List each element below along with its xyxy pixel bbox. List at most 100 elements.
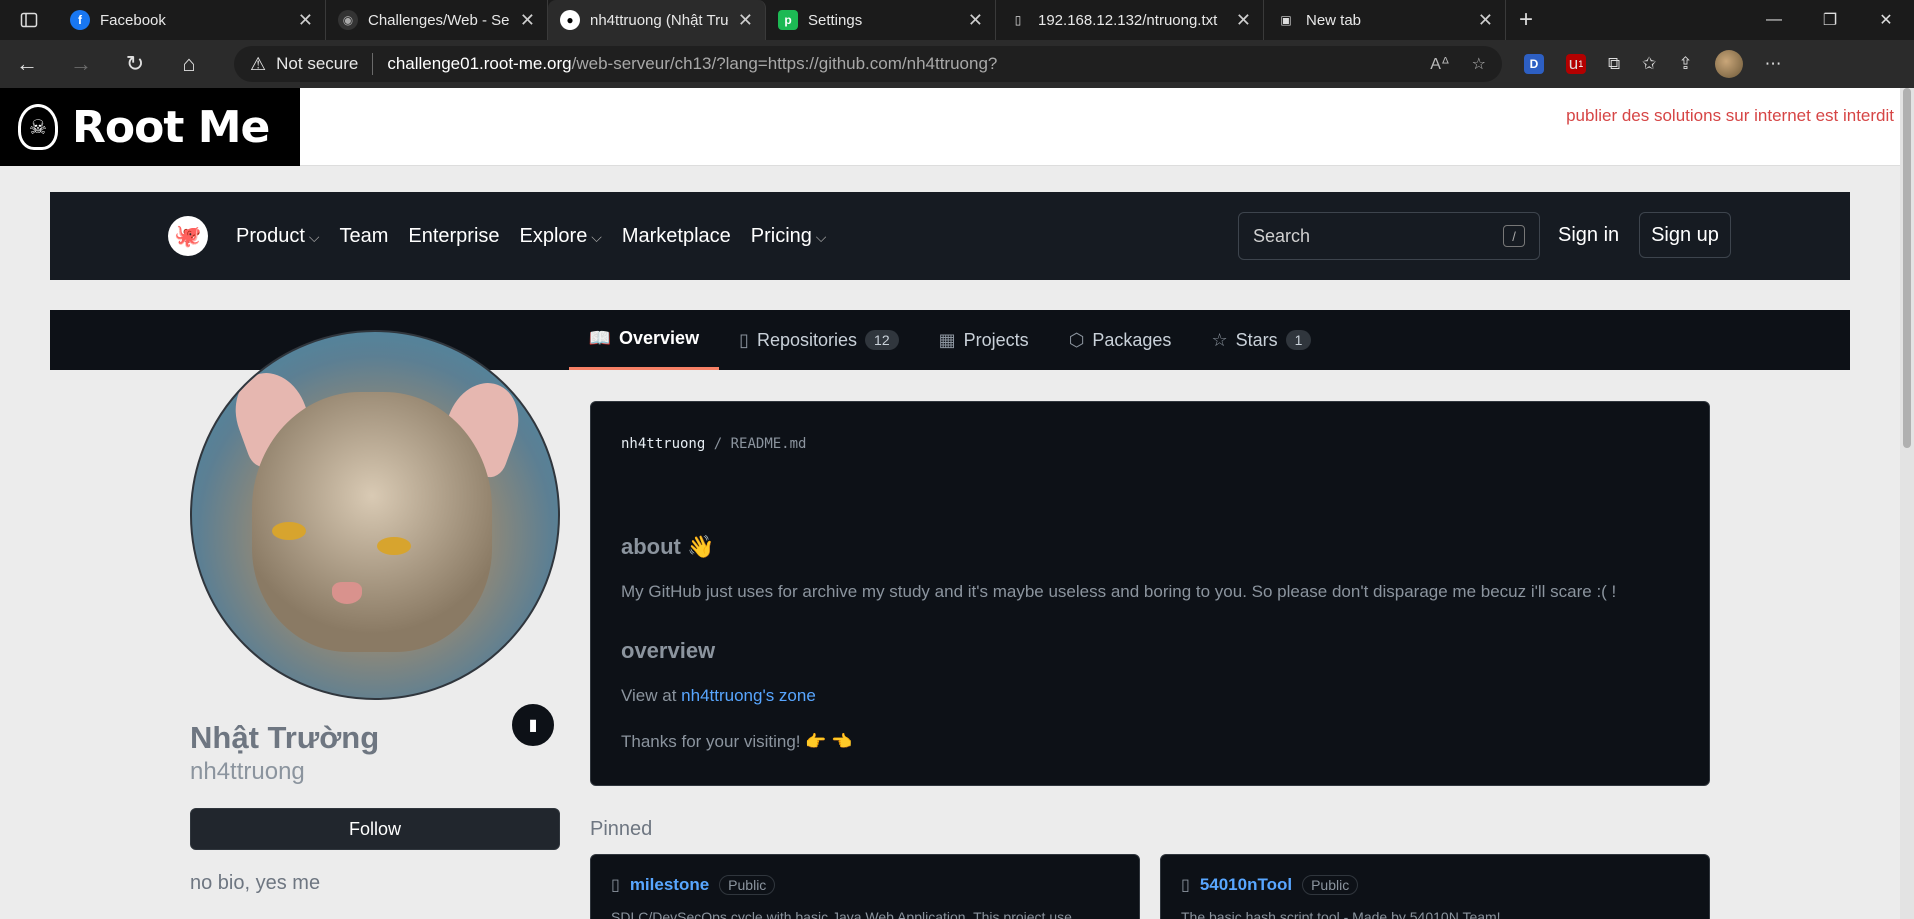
- url-text: challenge01.root-me.org/web-serveur/ch13…: [387, 54, 997, 74]
- rootme-logo[interactable]: ☠ Root Me: [0, 88, 300, 166]
- nav-enterprise[interactable]: Enterprise: [408, 225, 499, 248]
- browser-tab-github[interactable]: ● nh4ttruong (Nhật Trường) · ✕: [548, 0, 766, 40]
- tab-projects[interactable]: ▦ Projects: [919, 310, 1049, 370]
- tab-title: Settings: [808, 11, 863, 29]
- github-logo-icon[interactable]: 🐙: [168, 216, 208, 256]
- tab-label: Repositories: [756, 329, 858, 350]
- ublock-count: 1: [1578, 59, 1584, 69]
- d-extension-icon[interactable]: D: [1524, 54, 1544, 74]
- visibility-badge: Public: [1302, 875, 1359, 895]
- tab-title: nh4ttruong (Nhật Trường) ·: [590, 11, 728, 29]
- tab-title: Challenges/Web - Server : R: [368, 11, 510, 29]
- home-icon[interactable]: ⌂: [162, 40, 216, 88]
- tab-title: 192.168.12.132/ntruong.txt: [1038, 11, 1218, 29]
- more-menu-icon[interactable]: ⋯: [1765, 54, 1782, 74]
- address-bar-actions: Aᐞ ☆: [1430, 54, 1486, 74]
- browser-tab-newtab[interactable]: ▣ New tab ✕: [1264, 0, 1506, 40]
- window-close-icon[interactable]: ✕: [1858, 0, 1914, 40]
- ublock-extension-icon[interactable]: u1: [1566, 54, 1586, 74]
- pinned-repo-name[interactable]: 54010nTool: [1200, 875, 1292, 895]
- window-controls: — ❐ ✕: [1746, 0, 1914, 40]
- pinned-repo-head: ▯ milestone Public: [611, 875, 1119, 895]
- readme-view-line: View at nh4ttruong's zone: [621, 686, 816, 706]
- readme-thanks: Thanks for your visiting! 👉 👈: [621, 732, 853, 751]
- browser-tab-settings[interactable]: p Settings ✕: [766, 0, 996, 40]
- file-icon: ▯: [1014, 13, 1022, 27]
- readme-overview-heading: overview: [621, 638, 716, 663]
- nav-marketplace[interactable]: Marketplace: [622, 225, 731, 248]
- url-host: challenge01.root-me.org: [387, 54, 572, 73]
- close-icon[interactable]: ✕: [968, 10, 983, 31]
- extensions-puzzle-icon[interactable]: ⧉: [1608, 54, 1620, 74]
- github-header: 🐙 Product Team Enterprise Explore Market…: [50, 192, 1850, 280]
- back-arrow-icon[interactable]: ←: [0, 40, 54, 88]
- minimize-icon[interactable]: —: [1746, 0, 1802, 40]
- status-emoji-icon[interactable]: ▮: [510, 702, 556, 748]
- search-input[interactable]: Search /: [1238, 212, 1540, 260]
- github-nav: Product Team Enterprise Explore Marketpl…: [236, 225, 826, 248]
- settings-app-icon: p: [778, 10, 798, 30]
- nav-explore[interactable]: Explore: [520, 225, 602, 248]
- github-icon: ●: [560, 10, 580, 30]
- share-icon[interactable]: ⇪: [1678, 54, 1692, 74]
- tab-title: Facebook: [100, 11, 166, 29]
- tab-title: New tab: [1306, 11, 1362, 29]
- page-viewport: ☠ Root Me publier des solutions sur inte…: [0, 88, 1914, 919]
- ublock-label: u: [1568, 54, 1579, 73]
- profile-username: nh4ttruong: [190, 758, 305, 785]
- browser-toolbar: ← → ↻ ⌂ ⚠ Not secure challenge01.root-me…: [0, 40, 1914, 88]
- warning-icon: ⚠: [250, 53, 267, 74]
- read-aloud-icon[interactable]: Aᐞ: [1430, 54, 1449, 74]
- readme-owner-link[interactable]: nh4ttruong: [621, 436, 705, 452]
- browser-tab-strip: f Facebook ✕ ◉ Challenges/Web - Server :…: [0, 0, 1914, 40]
- pinned-repo-card: ▯ milestone Public SDLC/DevSecOps cycle …: [590, 854, 1140, 919]
- pinned-repo-desc: SDLC/DevSecOps cycle with basic Java Web…: [611, 909, 1072, 919]
- readme-card: nh4ttruong / README.md about 👋 My GitHub…: [590, 401, 1710, 786]
- stars-count-badge: 1: [1285, 330, 1312, 350]
- pinned-repo-desc: The basic hash script tool - Made by 540…: [1181, 909, 1501, 919]
- forward-arrow-icon[interactable]: →: [54, 40, 108, 88]
- avatar[interactable]: [190, 330, 560, 700]
- nav-pricing[interactable]: Pricing: [751, 225, 827, 248]
- new-tab-plus-icon[interactable]: +: [1506, 0, 1546, 40]
- nav-team[interactable]: Team: [339, 225, 388, 248]
- nav-product[interactable]: Product: [236, 225, 319, 248]
- follow-button[interactable]: Follow: [190, 808, 560, 850]
- address-bar[interactable]: ⚠ Not secure challenge01.root-me.org/web…: [234, 46, 1502, 82]
- browser-tab-file[interactable]: ▯ 192.168.12.132/ntruong.txt ✕: [996, 0, 1264, 40]
- tab-label: Overview: [619, 328, 700, 348]
- page-scrollbar[interactable]: [1900, 88, 1914, 919]
- close-icon[interactable]: ✕: [1478, 10, 1493, 31]
- close-icon[interactable]: ✕: [1236, 10, 1251, 31]
- add-favorite-icon[interactable]: ☆: [1472, 54, 1486, 74]
- zone-link[interactable]: nh4ttruong's zone: [681, 686, 816, 705]
- rootme-logo-text: Root Me: [72, 101, 270, 153]
- close-icon[interactable]: ✕: [520, 10, 535, 31]
- pinned-repo-name[interactable]: milestone: [630, 875, 709, 895]
- close-icon[interactable]: ✕: [738, 10, 753, 31]
- browser-tab-facebook[interactable]: f Facebook ✕: [58, 0, 326, 40]
- sign-up-button[interactable]: Sign up: [1639, 212, 1731, 258]
- profile-avatar-icon[interactable]: [1714, 50, 1743, 78]
- tab-packages[interactable]: ⬡ Packages: [1049, 310, 1192, 370]
- restore-icon[interactable]: ❐: [1802, 0, 1858, 40]
- readme-file-link[interactable]: README.md: [731, 436, 807, 452]
- refresh-icon[interactable]: ↻: [108, 40, 162, 88]
- repo-icon: ▯: [611, 877, 620, 894]
- visibility-badge: Public: [719, 875, 776, 895]
- browser-tab-rootme[interactable]: ◉ Challenges/Web - Server : R ✕: [326, 0, 548, 40]
- extensions-area: D u1 ⧉ ✩ ⇪ ⋯: [1524, 50, 1782, 78]
- tab-repositories[interactable]: ▯ Repositories 12: [719, 310, 919, 370]
- tab-actions-icon[interactable]: [0, 0, 58, 40]
- tab-label: Stars: [1235, 329, 1278, 350]
- close-icon[interactable]: ✕: [298, 10, 313, 31]
- favorites-icon[interactable]: ✩: [1642, 54, 1656, 74]
- sign-in-link[interactable]: Sign in: [1558, 224, 1619, 247]
- tab-overview[interactable]: 📖 Overview: [568, 310, 720, 370]
- tab-stars[interactable]: ☆ Stars 1: [1191, 310, 1331, 370]
- skull-icon: ☠: [18, 104, 58, 150]
- tab-label: Packages: [1092, 329, 1172, 350]
- readme-about-heading: about 👋: [621, 534, 715, 559]
- scrollbar-thumb[interactable]: [1903, 88, 1911, 448]
- pinned-repo-card: ▯ 54010nTool Public The basic hash scrip…: [1160, 854, 1710, 919]
